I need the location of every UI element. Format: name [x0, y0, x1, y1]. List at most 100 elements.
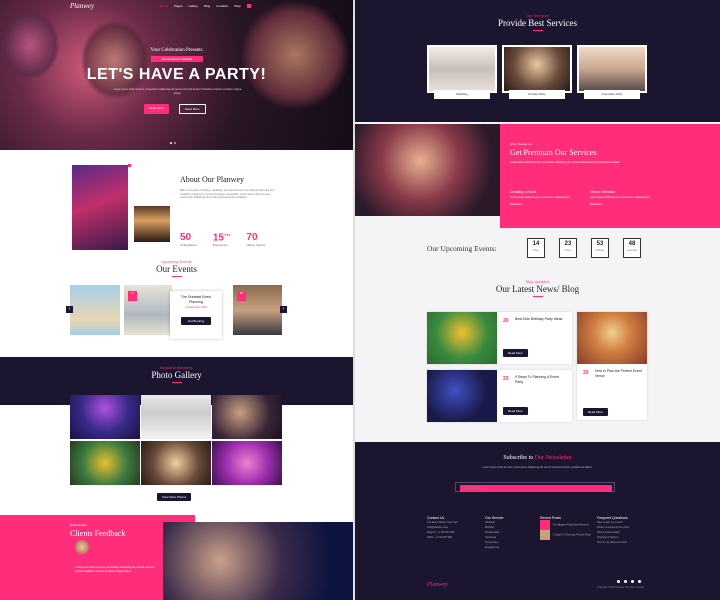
- footer-link[interactable]: How to use discount code?: [597, 540, 652, 545]
- cart-icon[interactable]: [246, 4, 251, 8]
- stat-number: 70: [246, 232, 258, 243]
- hero-badge: Event Planner Website: [151, 56, 203, 62]
- gallery-photo[interactable]: [70, 395, 140, 439]
- footer-logo[interactable]: Planwey: [427, 582, 448, 588]
- hero-read-more-button[interactable]: Read More: [144, 104, 169, 114]
- news-image: [427, 312, 497, 364]
- carousel-prev-icon[interactable]: ‹: [66, 306, 73, 313]
- feature-read-more-link[interactable]: Read More: [510, 203, 580, 206]
- news-card[interactable]: 23 5 Steps To Planning A Event Party Rea…: [427, 370, 572, 422]
- service-card-corporate[interactable]: Corporate Party: [577, 45, 647, 99]
- feedback-text: Lorem ipsum dolor sit amet, consectetur …: [75, 566, 155, 573]
- hero-description: Lorem ipsum dolor sit amet, consectetur …: [113, 88, 242, 95]
- hero-section: Planwey Home Pages Gallery Blog Contacts…: [0, 0, 353, 150]
- footer-item: Office: +1 234 567 891: [427, 536, 453, 539]
- feature-desc: Lorem ipsum dolor sit amet consectetur a…: [590, 196, 651, 199]
- decorative-square: [128, 164, 131, 167]
- recent-post-title[interactable]: 5 Steps To Planning A Event Party: [553, 534, 591, 537]
- carousel-next-icon[interactable]: ›: [280, 306, 287, 313]
- gallery-photo[interactable]: [212, 395, 282, 439]
- about-stats: 50 Celebrations 15Yrs Experience 70 Happ…: [180, 232, 265, 247]
- about-main-image: [70, 163, 128, 250]
- footer-service: Our Service Wedding Birthday Private Par…: [485, 516, 530, 550]
- gallery-photo[interactable]: [212, 441, 282, 485]
- feature-title: Venue Selection: [590, 190, 616, 194]
- gallery-title: Photo Gallery: [151, 370, 202, 380]
- subscribe-button[interactable]: Subscribe Now: [460, 484, 612, 492]
- news-header: Stay Updated Our Latest News/ Blog: [355, 280, 720, 299]
- title-underline: [532, 30, 543, 31]
- event-image-party[interactable]: 20: [233, 285, 282, 335]
- recent-post[interactable]: 5 Steps To Planning A Event Party: [540, 530, 592, 540]
- gallery-view-more-button[interactable]: View More Photos: [157, 493, 192, 501]
- gallery-header: Beautiful Moments Photo Gallery: [0, 366, 353, 385]
- nav-item-contacts[interactable]: Contacts: [216, 4, 228, 8]
- service-caption: Corporate Party: [584, 90, 640, 99]
- about-title: About Our Planwey: [180, 175, 244, 184]
- stat-label: Celebrations: [180, 243, 197, 247]
- stat-celebrations: 50 Celebrations: [180, 232, 197, 247]
- page-preview-left: Planwey Home Pages Gallery Blog Contacts…: [0, 0, 353, 600]
- premium-feature: Creating a Event Lorem ipsum dolor sit a…: [510, 190, 580, 206]
- recent-post-title[interactable]: The Biggest Party Ever Planned: [553, 524, 589, 527]
- nav-item-gallery[interactable]: Gallery: [189, 4, 199, 8]
- news-read-more-button[interactable]: Read More: [503, 407, 528, 415]
- premium-desc: Lorem ipsum dolor sit amet, consectetur …: [510, 161, 621, 164]
- premium-box: Why Choose Us Get Premium Our Services L…: [500, 124, 720, 228]
- footer-recent-posts: Recent Posts The Biggest Party Ever Plan…: [540, 516, 592, 540]
- service-card-private-party[interactable]: Private Party: [502, 45, 572, 99]
- services-header: Our Services Provide Best Services: [355, 14, 720, 33]
- news-card[interactable]: 20 Best Kids Birthday Party Ideas Read M…: [427, 312, 572, 364]
- facebook-icon[interactable]: [617, 580, 620, 583]
- instagram-icon[interactable]: [631, 580, 634, 583]
- premium-title: Get Premium Our Services: [510, 148, 597, 157]
- subscribe-title: Subscribe to Our Newsletter: [355, 455, 720, 461]
- service-image: [427, 45, 497, 93]
- event-image-wedding[interactable]: 12: [124, 285, 172, 335]
- stat-label: Experience: [212, 243, 228, 248]
- recent-post[interactable]: The Biggest Party Ever Planned: [540, 520, 592, 530]
- countdown-unit: Minutes: [595, 249, 605, 252]
- hero-title: LET'S HAVE A PARTY!: [86, 66, 267, 83]
- page-preview-right: Our Services Provide Best Services Weddi…: [355, 0, 720, 600]
- events-title: Our Events: [156, 264, 197, 274]
- news-card[interactable]: 20 How to Plan the Perfect Event Venue R…: [577, 312, 647, 420]
- feedback-title: Clients Feedback: [70, 529, 126, 538]
- nav-item-home[interactable]: Home: [160, 4, 168, 8]
- countdown-number: 48: [628, 241, 636, 247]
- service-image: [577, 45, 647, 93]
- subscribe-title-plain: Subscribe to: [503, 455, 534, 461]
- countdown-unit: Hours: [564, 249, 572, 252]
- social-links: [617, 580, 641, 583]
- services-title: Provide Best Services: [498, 18, 577, 28]
- footer-link[interactable]: Engagement: [485, 545, 530, 550]
- gallery-photo[interactable]: [141, 441, 211, 485]
- twitter-icon[interactable]: [624, 580, 627, 583]
- gallery-photo[interactable]: [70, 441, 140, 485]
- logo[interactable]: Planwey: [70, 2, 94, 10]
- feature-read-more-link[interactable]: Read More: [590, 203, 660, 206]
- gallery-photo[interactable]: [141, 395, 211, 439]
- slider-dot[interactable]: [174, 142, 176, 144]
- news-image: [577, 312, 647, 364]
- subscribe-title-accent: Our Newsletter: [534, 455, 572, 461]
- stat-experience: 15Yrs Experience: [213, 232, 231, 247]
- slider-dot[interactable]: [170, 142, 172, 144]
- event-booking-button[interactable]: Get Booking: [181, 317, 211, 325]
- news-read-more-button[interactable]: Read More: [503, 349, 528, 357]
- stat-label: Happy Clients: [246, 243, 266, 247]
- event-image-beach[interactable]: [70, 285, 120, 335]
- nav-item-blog[interactable]: Blog: [204, 4, 210, 8]
- nav-menu: Home Pages Gallery Blog Contacts Shop: [160, 4, 251, 8]
- countdown-unit: Seconds: [627, 249, 637, 252]
- nav-item-shop[interactable]: Shop: [234, 4, 241, 8]
- slider-dots: [170, 142, 176, 144]
- hero-buttons: Read More Read More: [144, 104, 206, 114]
- news-image: [427, 370, 497, 422]
- news-read-more-button[interactable]: Read More: [583, 408, 608, 416]
- upcoming-events-countdown: Our Upcoming Events: 14 Days 23 Hours 53…: [355, 235, 720, 265]
- nav-item-pages[interactable]: Pages: [174, 4, 183, 8]
- youtube-icon[interactable]: [638, 580, 641, 583]
- hero-secondary-button[interactable]: Read More: [178, 104, 206, 114]
- service-card-wedding[interactable]: Wedding: [427, 45, 497, 99]
